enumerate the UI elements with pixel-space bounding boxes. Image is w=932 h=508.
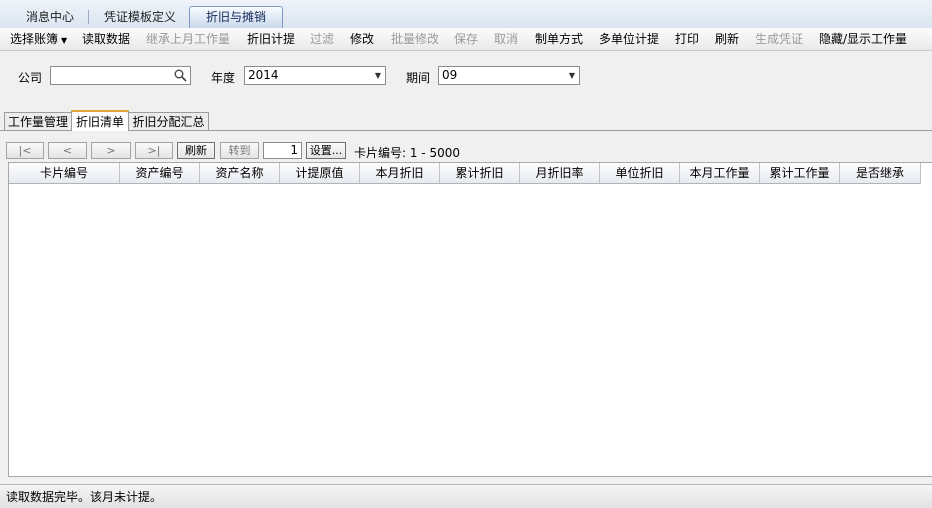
depreciation-accrual-button[interactable]: 折旧计提 <box>247 31 295 47</box>
tab-depreciation-list[interactable]: 折旧清单 <box>71 110 129 131</box>
column-header-asset-name[interactable]: 资产名称 <box>200 163 280 183</box>
next-page-button[interactable]: > <box>91 142 131 159</box>
save-button[interactable]: 保存 <box>454 31 478 47</box>
period-select[interactable]: 09 ▼ <box>438 66 580 85</box>
search-icon[interactable] <box>174 69 187 82</box>
goto-button[interactable]: 转到 <box>220 142 259 159</box>
select-ledger-label: 选择账簿 <box>10 32 59 46</box>
column-header-month-workload[interactable]: 本月工作量 <box>680 163 760 183</box>
company-field[interactable] <box>50 66 191 85</box>
batch-modify-button[interactable]: 批量修改 <box>391 31 439 47</box>
modify-button[interactable]: 修改 <box>350 31 374 47</box>
column-header-monthly-rate[interactable]: 月折旧率 <box>520 163 600 183</box>
card-range-text: 卡片编号: 1 - 5000 <box>354 146 460 160</box>
column-header-total-workload[interactable]: 累计工作量 <box>760 163 840 183</box>
toolbar: 选择账簿 ▼ 读取数据 继承上月工作量 折旧计提 过滤 修改 批量修改 保存 取消… <box>0 28 932 51</box>
status-text: 读取数据完毕。该月未计提。 <box>6 490 163 504</box>
period-label: 期间 <box>406 71 431 85</box>
multi-unit-accrual-button[interactable]: 多单位计提 <box>599 31 659 47</box>
column-header-month-depreciation[interactable]: 本月折旧 <box>360 163 440 183</box>
company-label: 公司 <box>18 71 43 85</box>
tab-divider <box>88 10 89 24</box>
column-header-inherited[interactable]: 是否继承 <box>840 163 921 183</box>
depreciation-table[interactable]: 卡片编号 资产编号 资产名称 计提原值 本月折旧 累计折旧 月折旧率 单位折旧 … <box>8 162 932 477</box>
top-tab-bar: 消息中心 凭证模板定义 折旧与摊销 <box>0 0 932 29</box>
filter-button[interactable]: 过滤 <box>310 31 334 47</box>
print-button[interactable]: 打印 <box>675 31 699 47</box>
tab-depreciation-amortization[interactable]: 折旧与摊销 <box>189 6 284 28</box>
column-header-unit-depreciation[interactable]: 单位折旧 <box>600 163 680 183</box>
first-page-button[interactable]: |< <box>6 142 44 159</box>
page-number-input[interactable]: 1 <box>263 142 302 159</box>
pager-refresh-button[interactable]: 刷新 <box>177 142 215 159</box>
voucher-mode-button[interactable]: 制单方式 <box>535 31 583 47</box>
read-data-button[interactable]: 读取数据 <box>82 31 130 47</box>
select-ledger-button[interactable]: 选择账簿 ▼ <box>10 31 67 47</box>
year-value: 2014 <box>248 68 279 82</box>
column-header-card-no[interactable]: 卡片编号 <box>9 163 120 183</box>
last-page-button[interactable]: >| <box>135 142 173 159</box>
year-select[interactable]: 2014 ▼ <box>244 66 386 85</box>
cancel-button[interactable]: 取消 <box>494 31 518 47</box>
tab-message-center[interactable]: 消息中心 <box>26 8 74 26</box>
year-label: 年度 <box>211 71 236 85</box>
tab-allocation-summary[interactable]: 折旧分配汇总 <box>128 112 209 130</box>
tab-voucher-template[interactable]: 凭证模板定义 <box>104 8 176 26</box>
chevron-down-icon: ▼ <box>374 71 381 80</box>
column-header-original-value[interactable]: 计提原值 <box>280 163 360 183</box>
prev-page-button[interactable]: < <box>48 142 87 159</box>
refresh-button[interactable]: 刷新 <box>715 31 739 47</box>
status-bar: 读取数据完毕。该月未计提。 <box>0 484 932 508</box>
table-header: 卡片编号 资产编号 资产名称 计提原值 本月折旧 累计折旧 月折旧率 单位折旧 … <box>9 163 921 184</box>
chevron-down-icon: ▼ <box>568 71 575 80</box>
settings-button[interactable]: 设置... <box>306 142 346 159</box>
period-value: 09 <box>442 68 458 82</box>
chevron-down-icon: ▼ <box>61 36 68 45</box>
column-header-asset-no[interactable]: 资产编号 <box>120 163 200 183</box>
toggle-workload-button[interactable]: 隐藏/显示工作量 <box>819 31 907 47</box>
column-header-accumulated-depreciation[interactable]: 累计折旧 <box>440 163 520 183</box>
generate-voucher-button[interactable]: 生成凭证 <box>755 31 803 47</box>
inherit-workload-button[interactable]: 继承上月工作量 <box>146 31 230 47</box>
tab-workload-management[interactable]: 工作量管理 <box>4 112 72 130</box>
